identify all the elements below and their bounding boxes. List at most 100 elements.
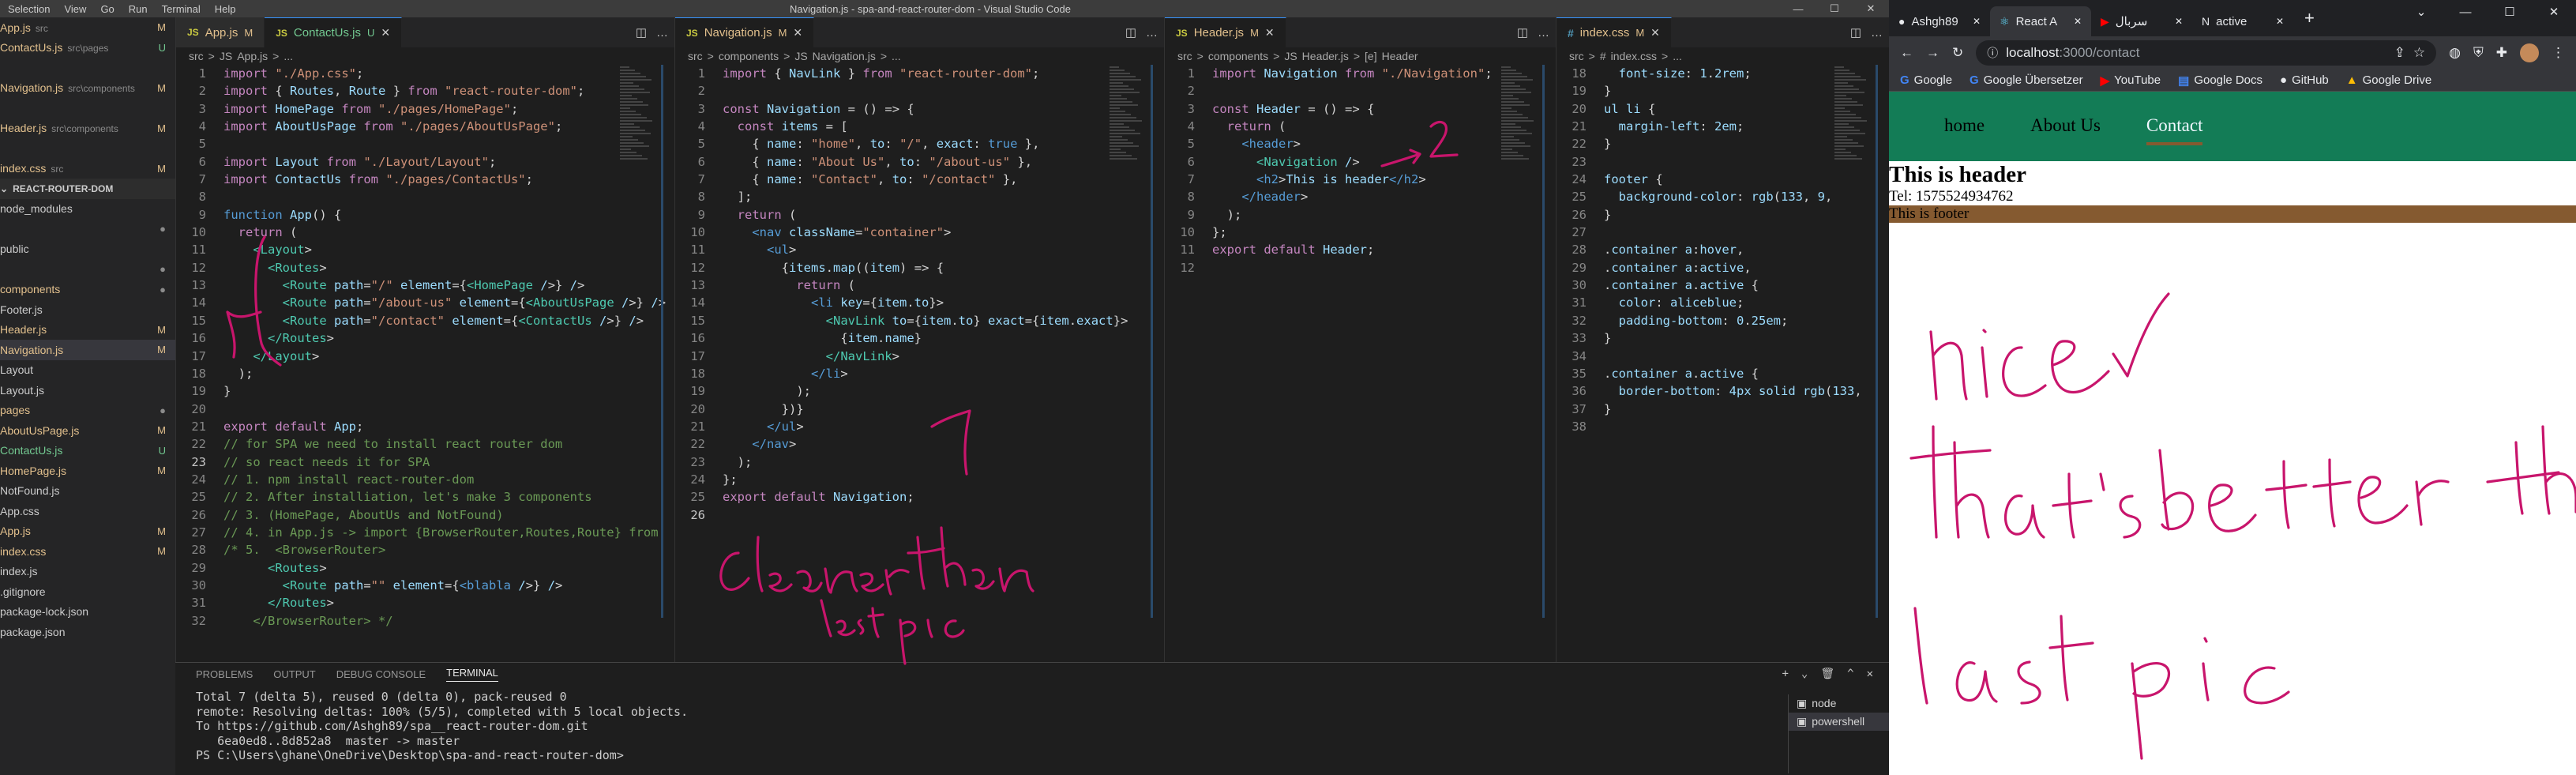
close-tab-icon[interactable]: ✕ [381,26,390,40]
code-editor[interactable]: 1 import "./App.css"; 2 import { Routes, Ro… [176,65,674,630]
scrollbar[interactable] [1542,65,1545,618]
scrollbar[interactable] [1151,65,1153,618]
open-editor-item[interactable] [0,138,175,159]
breadcrumb-item[interactable]: Header.js [1302,50,1349,62]
file-tree-item[interactable]: NotFound.js [0,481,175,502]
panel-tab-debug-console[interactable]: DEBUG CONSOLE [336,668,426,680]
file-tree-item[interactable]: AboutUsPage.js M [0,420,175,441]
explorer-section-header[interactable]: ⌄ REACT-ROUTER-DOM [0,179,175,199]
close-tab-icon[interactable]: ✕ [1973,16,1981,27]
open-editor-item[interactable]: Header.js src\components M [0,119,175,139]
bookmark-item[interactable]: ▤ Google Docs [2178,73,2262,88]
breadcrumb-item[interactable]: ... [1673,50,1682,62]
breadcrumb-item[interactable]: Header [1382,50,1418,62]
breadcrumb-item[interactable]: JS [220,50,232,62]
file-tree-item[interactable]: ● [0,219,175,239]
back-icon[interactable]: ← [1900,45,1913,61]
breadcrumb-item[interactable]: ... [284,50,293,62]
breadcrumb-item[interactable]: ... [892,50,901,62]
close-tab-icon[interactable]: ✕ [1650,26,1660,40]
info-icon[interactable]: ⓘ [1987,45,1998,61]
file-tree-item[interactable]: pages ● [0,401,175,421]
share-icon[interactable]: ⇪ [2394,45,2405,61]
file-tree-item[interactable]: package-lock.json [0,602,175,623]
menu-item-view[interactable]: View [64,3,86,15]
browser-tab[interactable]: ⚛ React A ✕ [1990,6,2091,36]
close-panel-icon[interactable]: ✕ [1867,668,1873,680]
scrollbar[interactable] [661,65,663,618]
more-actions-icon[interactable]: … [1146,26,1158,40]
menu-item-go[interactable]: Go [100,3,114,15]
split-editor-icon[interactable]: ◫ [1517,25,1528,40]
file-tree-item[interactable]: Footer.js [0,299,175,320]
bookmark-item[interactable]: ● GitHub [2280,73,2329,87]
split-editor-icon[interactable]: ◫ [1850,25,1861,40]
editor-tab[interactable]: JS Navigation.js M ✕ [675,17,815,47]
close-tab-icon[interactable]: ✕ [1265,26,1275,40]
close-tab-icon[interactable]: ✕ [2276,16,2284,27]
split-editor-icon[interactable]: ◫ [1125,25,1136,40]
open-editor-item[interactable]: Navigation.js src\components M [0,78,175,99]
file-tree-item[interactable]: Layout [0,360,175,381]
more-actions-icon[interactable]: … [1538,26,1549,40]
file-tree-item[interactable]: package.json [0,622,175,642]
menu-item-terminal[interactable]: Terminal [162,3,201,15]
trash-icon[interactable]: 🗑 [1820,668,1834,680]
bookmark-item[interactable]: G Google [1900,73,1952,87]
file-tree-item[interactable]: App.js M [0,521,175,542]
address-bar[interactable]: ⓘ localhost:3000/contact ⇪ ☆ [1976,40,2437,66]
menu-item-help[interactable]: Help [215,3,236,15]
breadcrumb-item[interactable]: JS [1284,50,1297,62]
editor-tab[interactable]: JS ContactUs.js U ✕ [265,17,403,47]
maximize-icon[interactable]: ☐ [1816,0,1853,17]
code-editor[interactable]: 1 import Navigation from "./Navigation"; 2… [1165,65,1556,277]
minimap[interactable] [1501,65,1538,223]
breadcrumb-item[interactable]: components [719,50,779,62]
close-icon[interactable]: ✕ [2532,0,2576,24]
file-tree-item[interactable]: Navigation.js M [0,340,175,360]
nav-link-home[interactable]: home [1944,115,1985,142]
maximize-icon[interactable]: ☐ [2488,0,2532,24]
file-tree-item[interactable]: HomePage.js M [0,461,175,481]
add-terminal-icon[interactable]: + [1782,668,1788,680]
bookmark-item[interactable]: G Google Übersetzer [1970,73,2083,87]
file-tree-item[interactable]: index.css M [0,541,175,562]
minimap[interactable] [620,65,656,223]
panel-tab-output[interactable]: OUTPUT [273,668,315,680]
scrollbar[interactable] [1876,65,1878,618]
breadcrumb-item[interactable]: src [189,50,204,62]
editor-tab[interactable]: JS App.js M [176,17,265,47]
forward-icon[interactable]: → [1926,45,1940,61]
panel-tab-problems[interactable]: PROBLEMS [196,668,253,680]
star-icon[interactable]: ☆ [2413,45,2425,61]
more-actions-icon[interactable]: … [656,26,668,40]
file-tree-item[interactable]: public [0,239,175,260]
bookmark-item[interactable]: ▲ Google Drive [2346,73,2431,87]
close-tab-icon[interactable]: ✕ [793,26,802,40]
file-tree-item[interactable]: .gitignore [0,581,175,602]
open-editor-item[interactable] [0,98,175,119]
breadcrumb-item[interactable]: src [688,50,703,62]
breadcrumb-item[interactable]: JS [794,50,807,62]
menu-item-selection[interactable]: Selection [8,3,50,15]
breadcrumb-item[interactable]: [e] [1365,50,1377,62]
panel-tab-terminal[interactable]: TERMINAL [446,667,498,682]
close-tab-icon[interactable]: ✕ [2074,16,2082,27]
breadcrumb-item[interactable]: index.css [1611,50,1657,62]
kebab-menu-icon[interactable]: ⋮ [2552,45,2565,61]
chevron-down-icon[interactable]: ⌄ [2399,0,2443,24]
file-tree-item[interactable]: Layout.js [0,380,175,401]
breadcrumb-item[interactable]: App.js [237,50,268,62]
split-editor-icon[interactable]: ◫ [636,25,647,40]
close-icon[interactable]: ✕ [1853,0,1889,17]
new-tab-icon[interactable]: + [2293,8,2326,36]
minimap[interactable] [1834,65,1871,223]
maximize-panel-icon[interactable]: ^ [1847,668,1853,680]
more-actions-icon[interactable]: … [1871,26,1883,40]
file-tree-item[interactable]: ContactUs.js U [0,441,175,461]
avatar[interactable] [2520,43,2539,62]
code-editor[interactable]: 1 import { NavLink } from "react-router-d… [675,65,1164,524]
extension-icon[interactable]: ◍ [2449,45,2461,61]
file-tree-item[interactable]: App.css [0,501,175,521]
shield-icon[interactable]: ⛨ [2473,45,2484,61]
